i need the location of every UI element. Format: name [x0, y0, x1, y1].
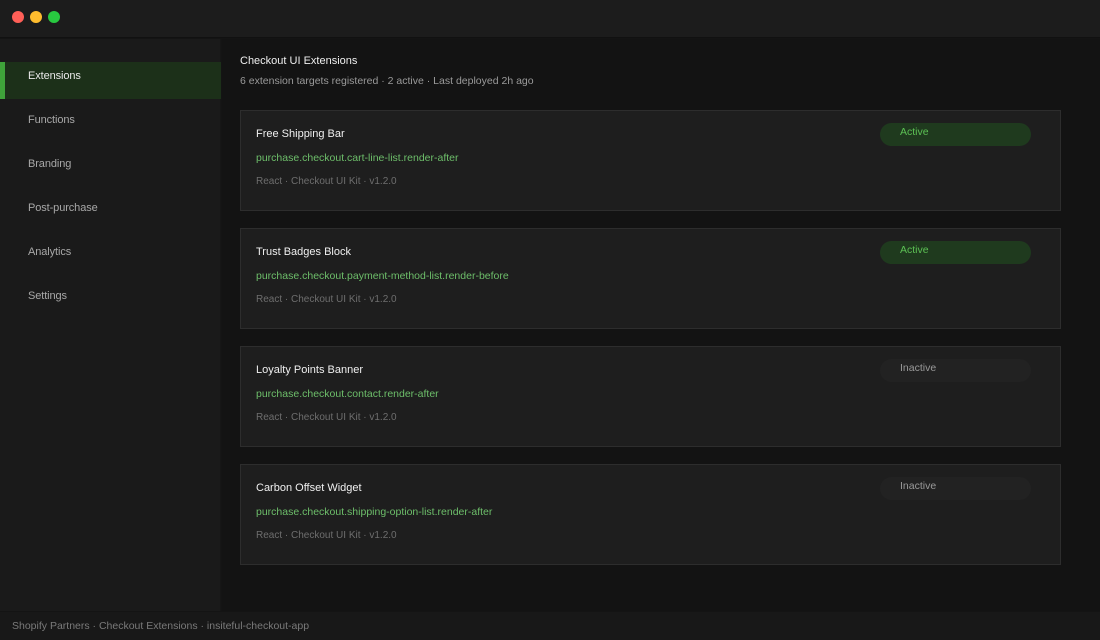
- status-badge[interactable]: Inactive: [880, 477, 1031, 500]
- extension-card-trust-badges-block[interactable]: Trust Badges Block purchase.checkout.pay…: [240, 228, 1061, 329]
- extension-meta: React · Checkout UI Kit · v1.2.0: [256, 176, 397, 187]
- extension-name: Free Shipping Bar: [256, 128, 345, 140]
- sidebar: Extensions Functions Branding Post-purch…: [0, 39, 221, 611]
- maximize-window-button[interactable]: [48, 11, 60, 23]
- extension-name: Trust Badges Block: [256, 246, 351, 258]
- extension-card-free-shipping-bar[interactable]: Free Shipping Bar purchase.checkout.cart…: [240, 110, 1061, 211]
- status-badge[interactable]: Inactive: [880, 359, 1031, 382]
- page-subtitle: 6 extension targets registered · 2 activ…: [240, 75, 534, 87]
- status-bar: Shopify Partners · Checkout Extensions ·…: [0, 611, 1100, 640]
- sidebar-item-settings[interactable]: Settings: [0, 282, 221, 319]
- page-title: Checkout UI Extensions: [240, 55, 358, 67]
- minimize-window-button[interactable]: [30, 11, 42, 23]
- extension-meta: React · Checkout UI Kit · v1.2.0: [256, 530, 397, 541]
- sidebar-item-analytics[interactable]: Analytics: [0, 238, 221, 275]
- extension-target: purchase.checkout.contact.render-after: [256, 388, 439, 400]
- extension-target: purchase.checkout.payment-method-list.re…: [256, 270, 509, 282]
- window-titlebar: [0, 0, 1100, 38]
- sidebar-item-extensions[interactable]: Extensions: [0, 62, 221, 99]
- main-content: Checkout UI Extensions 6 extension targe…: [222, 39, 1100, 611]
- extension-card-carbon-offset-widget[interactable]: Carbon Offset Widget purchase.checkout.s…: [240, 464, 1061, 565]
- extension-card-loyalty-points-banner[interactable]: Loyalty Points Banner purchase.checkout.…: [240, 346, 1061, 447]
- status-badge[interactable]: Active: [880, 123, 1031, 146]
- sidebar-item-post-purchase[interactable]: Post-purchase: [0, 194, 221, 231]
- extension-name: Carbon Offset Widget: [256, 482, 362, 494]
- extension-name: Loyalty Points Banner: [256, 364, 364, 376]
- extension-meta: React · Checkout UI Kit · v1.2.0: [256, 294, 397, 305]
- extension-target: purchase.checkout.shipping-option-list.r…: [256, 506, 493, 518]
- sidebar-item-functions[interactable]: Functions: [0, 106, 221, 143]
- extension-target: purchase.checkout.cart-line-list.render-…: [256, 152, 459, 164]
- extension-meta: React · Checkout UI Kit · v1.2.0: [256, 412, 397, 423]
- close-window-button[interactable]: [12, 11, 24, 23]
- sidebar-item-branding[interactable]: Branding: [0, 150, 221, 187]
- status-badge[interactable]: Active: [880, 241, 1031, 264]
